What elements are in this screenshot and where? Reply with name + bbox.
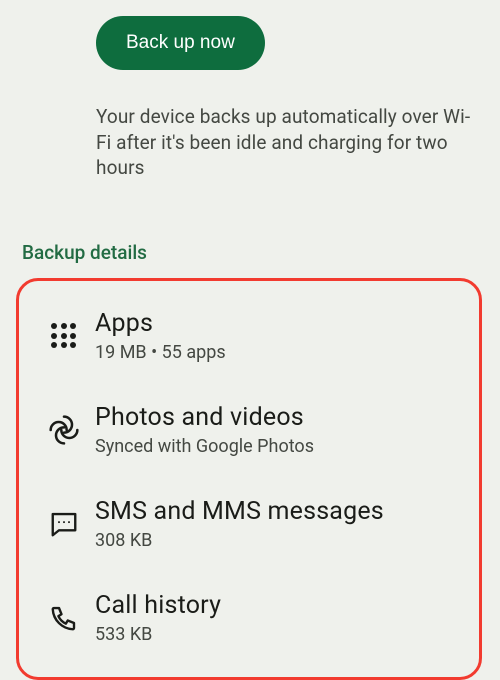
backup-item-title: Apps <box>95 309 465 338</box>
backup-item-photos[interactable]: Photos and videos Synced with Google Pho… <box>19 383 479 477</box>
backup-item-apps[interactable]: Apps 19 MB • 55 apps <box>19 289 479 383</box>
backup-details-list: Apps 19 MB • 55 apps Photos and videos S… <box>16 278 482 680</box>
backup-item-subtitle: 19 MB • 55 apps <box>95 342 465 363</box>
backup-item-subtitle: Synced with Google Photos <box>95 436 465 457</box>
backup-item-title: Photos and videos <box>95 403 465 432</box>
backup-details-heading: Backup details <box>22 241 482 264</box>
backup-item-subtitle: 533 KB <box>95 624 465 645</box>
backup-item-title: Call history <box>95 591 465 620</box>
backup-item-subtitle: 308 KB <box>95 530 465 551</box>
backup-info-text: Your device backs up automatically over … <box>96 104 482 181</box>
backup-item-title: SMS and MMS messages <box>95 497 465 526</box>
photos-pinwheel-icon <box>33 414 95 446</box>
message-icon <box>33 509 95 539</box>
phone-icon <box>33 603 95 633</box>
backup-now-button[interactable]: Back up now <box>96 16 265 70</box>
backup-item-calls[interactable]: Call history 533 KB <box>19 571 479 665</box>
apps-icon <box>33 322 95 350</box>
backup-item-sms[interactable]: SMS and MMS messages 308 KB <box>19 477 479 571</box>
